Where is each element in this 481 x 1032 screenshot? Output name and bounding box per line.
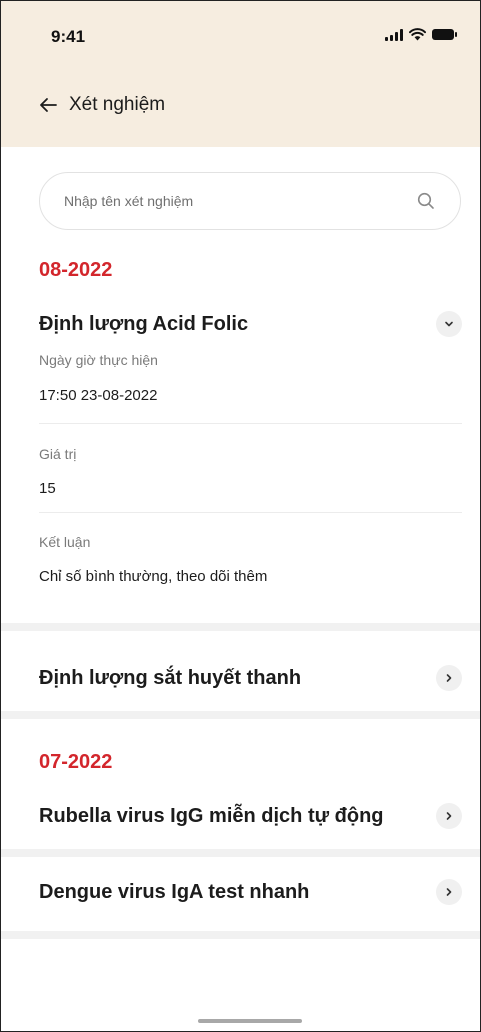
home-indicator[interactable] <box>198 1019 302 1023</box>
divider <box>39 512 462 513</box>
section-separator <box>1 711 480 719</box>
section-separator <box>1 931 480 939</box>
field-value-datetime: 17:50 23-08-2022 <box>39 387 158 404</box>
search-input[interactable] <box>62 192 416 210</box>
phone-screen: 9:41 Xét nghiệm Nhập tên xét nghiệm 08-2… <box>0 0 481 1032</box>
chevron-right-icon[interactable] <box>436 879 462 905</box>
signal-icon <box>385 28 403 41</box>
test-item-dengue[interactable]: Dengue virus IgA test nhanh <box>1 865 480 919</box>
section-separator <box>1 623 480 631</box>
field-label-conclusion: Kết luận <box>39 534 91 550</box>
status-bar: 9:41 <box>1 1 480 73</box>
test-title: Định lượng Acid Folic <box>39 313 249 335</box>
test-item-sat-huyet-thanh[interactable]: Định lượng sắt huyết thanh <box>1 651 480 705</box>
test-title: Định lượng sắt huyết thanh <box>39 667 302 689</box>
chevron-right-icon[interactable] <box>436 803 462 829</box>
field-label-datetime: Ngày giờ thực hiện <box>39 352 158 368</box>
status-icons <box>385 28 457 41</box>
nav-bar: Xét nghiệm <box>1 85 165 125</box>
search-box[interactable] <box>39 172 461 230</box>
page-title: Xét nghiệm <box>69 94 166 115</box>
divider <box>39 423 462 424</box>
chevron-down-icon[interactable] <box>436 311 462 337</box>
search-icon[interactable] <box>416 191 436 211</box>
app-header: 9:41 Xét nghiệm <box>1 1 480 147</box>
field-label-value: Giá trị <box>39 446 77 462</box>
test-title: Rubella virus IgG miễn dịch tự động <box>39 805 384 827</box>
status-time: 9:41 <box>51 27 86 46</box>
chevron-right-icon[interactable] <box>436 665 462 691</box>
test-item-rubella[interactable]: Rubella virus IgG miễn dịch tự động <box>1 789 480 843</box>
section-separator <box>1 849 480 857</box>
field-value-conclusion: Chỉ số bình thường, theo dõi thêm <box>39 568 268 585</box>
month-heading: 07-2022 <box>39 751 113 773</box>
field-value-value: 15 <box>39 480 56 497</box>
test-title: Dengue virus IgA test nhanh <box>39 881 310 903</box>
month-heading: 08-2022 <box>39 259 113 281</box>
back-arrow-icon[interactable] <box>37 94 59 116</box>
battery-icon <box>432 29 457 40</box>
test-item-acid-folic[interactable]: Định lượng Acid Folic <box>1 301 480 345</box>
wifi-icon <box>409 28 426 41</box>
